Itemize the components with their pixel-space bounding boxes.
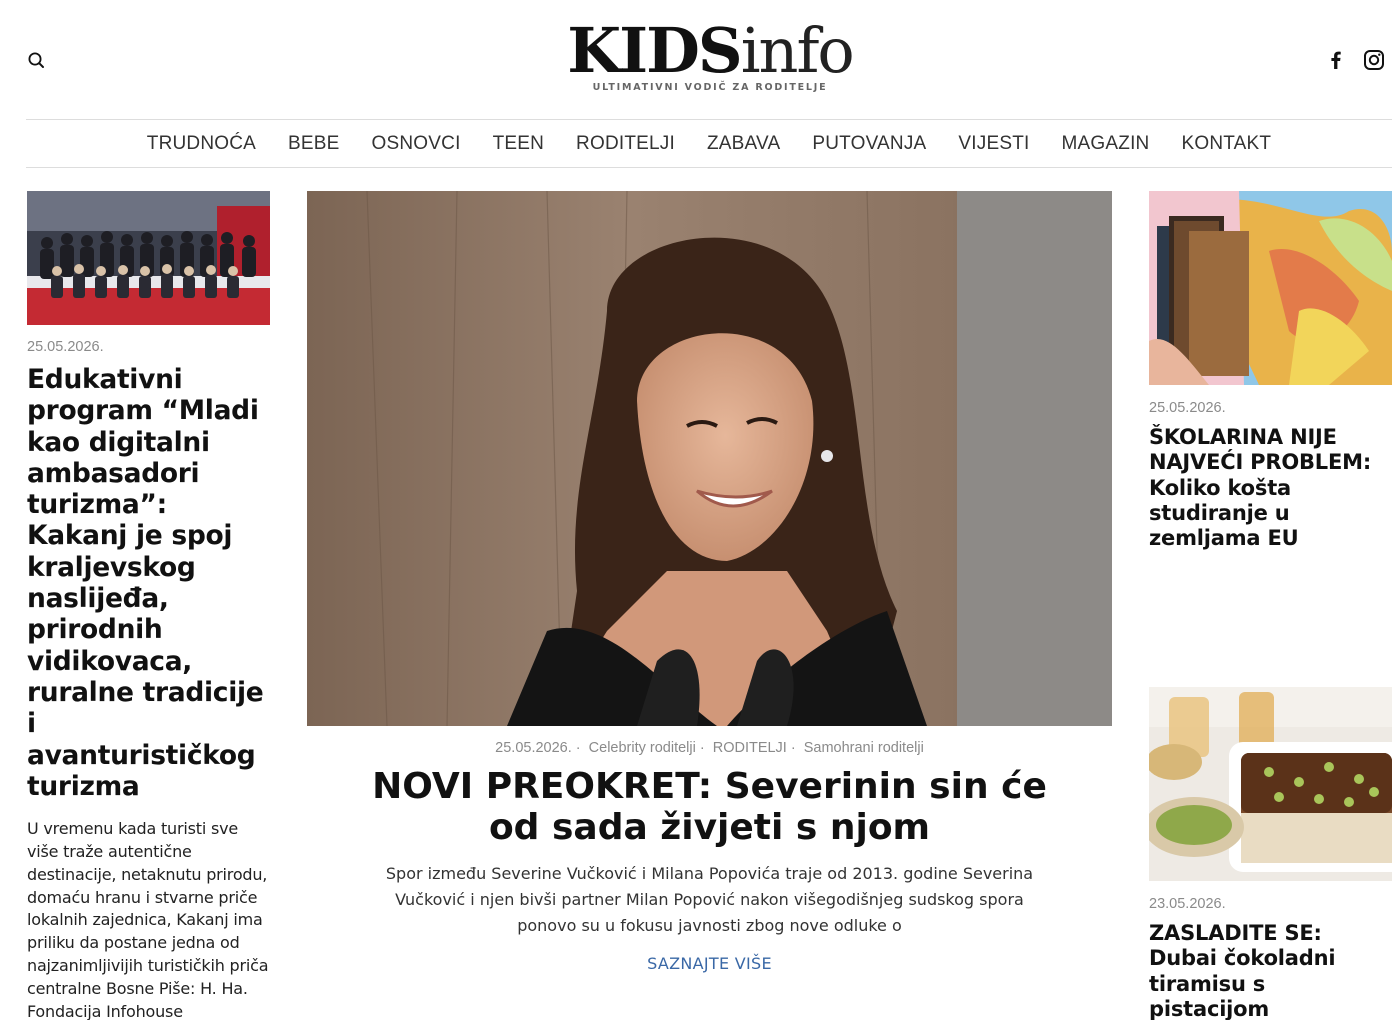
site-header: KIDSinfo ULTIMATIVNI VODIČ ZA RODITELJE — [0, 0, 1400, 120]
featured-article-date: 25.05.2026. — [495, 740, 572, 756]
left-article-title[interactable]: Edukativni program “Mladi kao digitalni … — [27, 364, 270, 802]
right-article: 25.05.2026. ŠKOLARINA NIJE NAJVEĆI PROBL… — [1149, 191, 1392, 551]
featured-article-excerpt: Spor između Severine Vučković i Milana P… — [385, 864, 1034, 935]
right-article-date: 25.05.2026. — [1149, 400, 1226, 416]
left-article-image[interactable] — [27, 191, 270, 325]
main-navigation: TRUDNOĆA BEBE OSNOVCI TEEN RODITELJI ZAB… — [26, 119, 1392, 168]
nav-item-kontakt[interactable]: KONTAKT — [1165, 133, 1287, 155]
featured-article-image[interactable] — [307, 191, 1112, 726]
site-logo[interactable]: KIDSinfo ULTIMATIVNI VODIČ ZA RODITELJE — [560, 14, 860, 94]
category-link[interactable]: RODITELJI — [713, 740, 787, 756]
category-link[interactable]: Celebrity roditelji — [589, 740, 696, 756]
nav-item-trudnoca[interactable]: TRUDNOĆA — [131, 133, 272, 155]
nav-item-magazin[interactable]: MAGAZIN — [1046, 133, 1166, 155]
right-article-image[interactable] — [1149, 191, 1392, 385]
logo-wordmark: KIDSinfo — [567, 14, 854, 87]
right-article: 23.05.2026. ZASLADITE SE: Dubai čokoladn… — [1149, 687, 1392, 1020]
search-icon[interactable] — [26, 50, 46, 70]
nav-item-zabava[interactable]: ZABAVA — [691, 133, 796, 155]
left-article: 25.05.2026. Edukativni program “Mladi ka… — [27, 191, 270, 1020]
instagram-icon[interactable] — [1362, 48, 1386, 72]
nav-item-vijesti[interactable]: VIJESTI — [942, 133, 1045, 155]
right-article-title[interactable]: ŠKOLARINA NIJE NAJVEĆI PROBLEM: Koliko k… — [1149, 425, 1392, 551]
featured-article-title[interactable]: NOVI PREOKRET: Severinin sin će od sada … — [307, 766, 1112, 848]
left-article-excerpt: U vremenu kada turisti sve više traže au… — [27, 819, 269, 1020]
right-article-image[interactable] — [1149, 687, 1392, 881]
nav-item-teen[interactable]: TEEN — [477, 133, 560, 155]
nav-item-osnovci[interactable]: OSNOVCI — [356, 133, 477, 155]
nav-item-roditelji[interactable]: RODITELJI — [560, 133, 691, 155]
category-link[interactable]: Samohrani roditelji — [804, 740, 924, 756]
nav-item-bebe[interactable]: BEBE — [272, 133, 356, 155]
left-article-date: 25.05.2026. — [27, 339, 104, 355]
facebook-icon[interactable] — [1324, 48, 1348, 72]
featured-article: 25.05.2026. · Celebrity roditelji · RODITE… — [307, 191, 1112, 973]
read-more-link[interactable]: SAZNAJTE VIŠE — [647, 954, 772, 973]
featured-article-meta: 25.05.2026. · Celebrity roditelji · RODITE… — [495, 740, 924, 756]
nav-item-putovanja[interactable]: PUTOVANJA — [796, 133, 942, 155]
logo-tagline: ULTIMATIVNI VODIČ ZA RODITELJE — [592, 82, 828, 93]
right-article-title[interactable]: ZASLADITE SE: Dubai čokoladni tiramisu s… — [1149, 921, 1392, 1020]
right-article-date: 23.05.2026. — [1149, 896, 1226, 912]
